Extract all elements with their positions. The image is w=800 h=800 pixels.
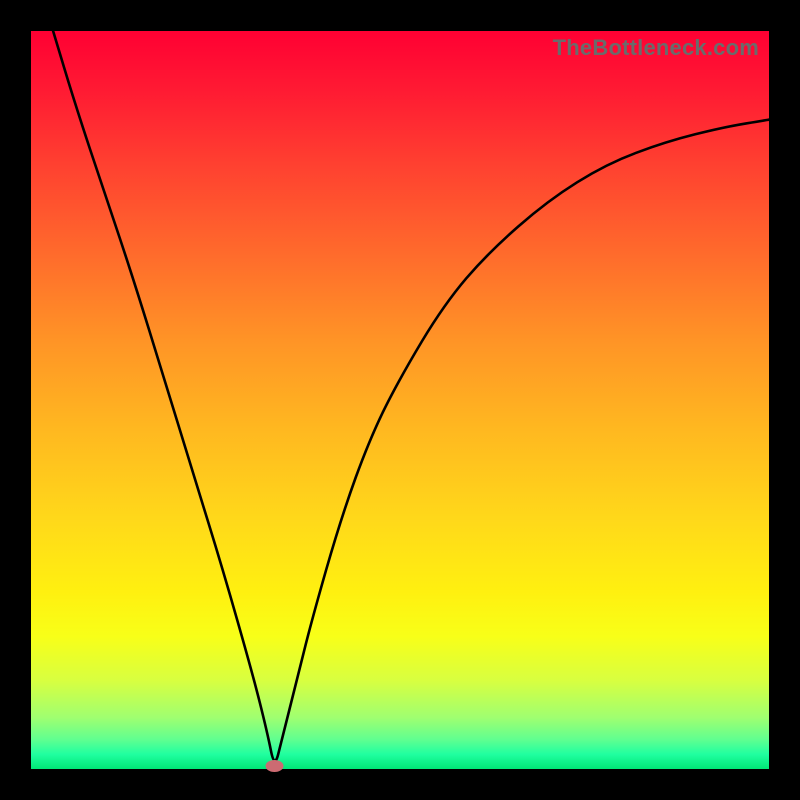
curve-svg <box>31 31 769 769</box>
bottleneck-curve <box>53 31 769 761</box>
plot-area: TheBottleneck.com <box>31 31 769 769</box>
minimum-marker <box>266 760 284 772</box>
chart-frame: TheBottleneck.com <box>0 0 800 800</box>
